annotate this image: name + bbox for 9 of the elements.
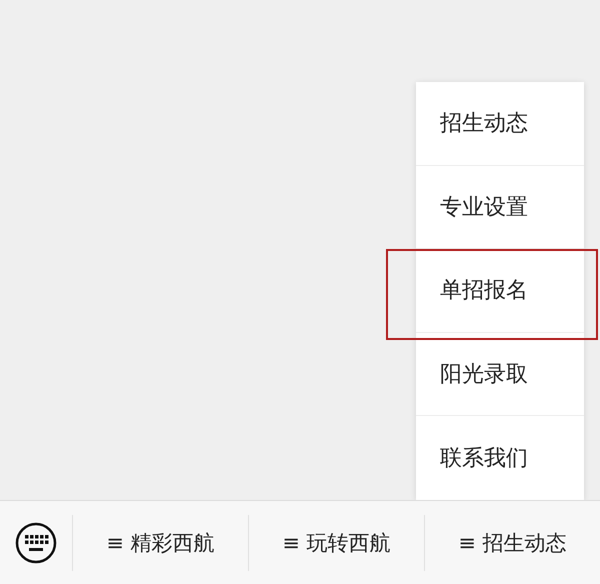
- menu-tab[interactable]: ≡ 招生动态: [458, 528, 567, 556]
- menu-item[interactable]: 专业设置: [416, 166, 584, 248]
- menu-tab[interactable]: ≡ 精彩西航: [106, 528, 215, 556]
- keyboard-icon[interactable]: [15, 522, 57, 564]
- menu-tab[interactable]: ≡ 玩转西航: [282, 528, 391, 556]
- menu-item[interactable]: 单招报名: [416, 249, 584, 332]
- menu-item[interactable]: 阳光录取: [416, 332, 584, 416]
- menu-item[interactable]: 招生动态: [416, 82, 584, 165]
- menu-item[interactable]: 联系我们: [416, 416, 584, 500]
